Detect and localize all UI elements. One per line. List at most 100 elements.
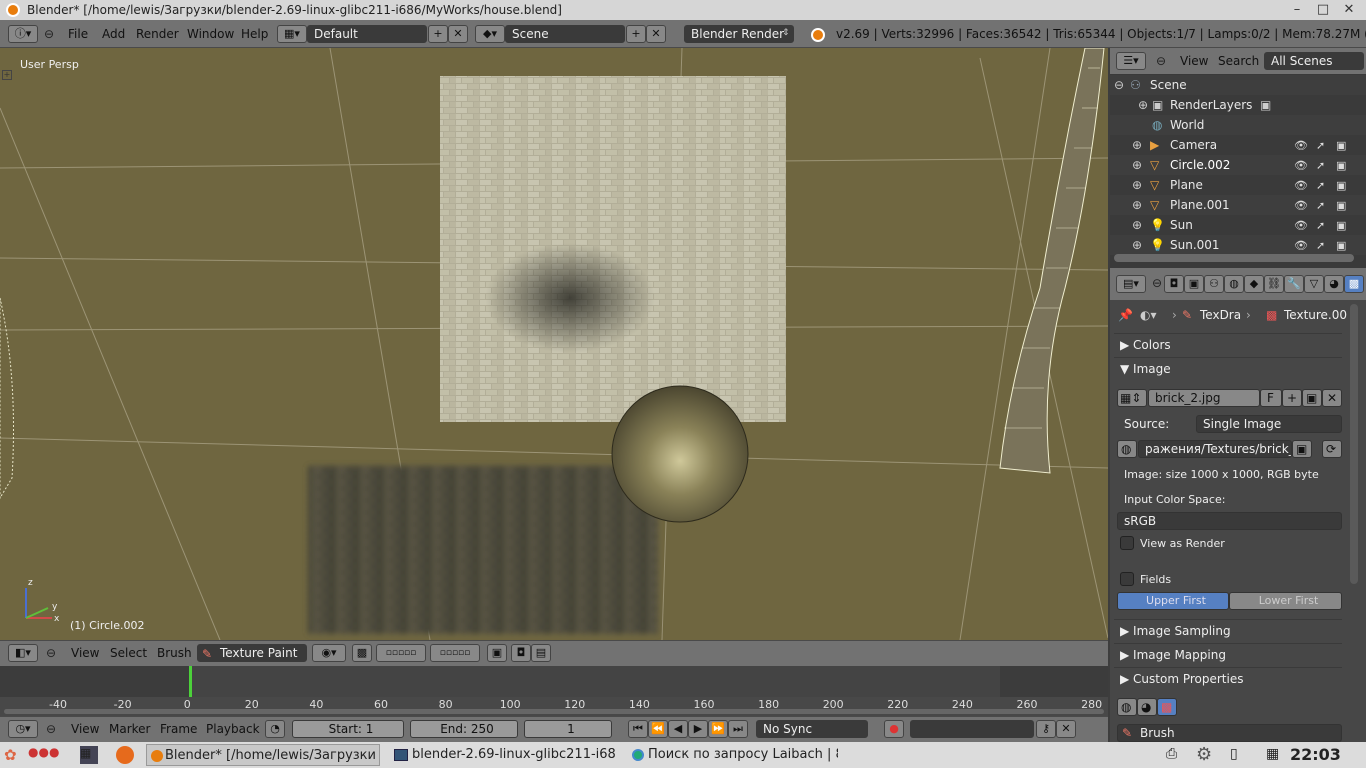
lock-camera-icon[interactable]: ▣ bbox=[487, 644, 507, 662]
world-tab-icon[interactable]: ◍ bbox=[1224, 275, 1244, 293]
cursor-select-icon[interactable]: ➚ bbox=[1316, 219, 1325, 232]
eye-icon[interactable]: 👁 bbox=[1294, 199, 1308, 212]
browse-file-icon[interactable]: ▣ bbox=[1292, 440, 1312, 458]
brush-context-icon[interactable]: ◐▾ bbox=[1140, 308, 1157, 322]
collapse-menu-icon[interactable]: ⊖ bbox=[1152, 276, 1162, 290]
menu-file[interactable]: File bbox=[68, 27, 88, 41]
texture-type-material-icon[interactable]: ◕ bbox=[1137, 698, 1157, 716]
section-colors[interactable]: ▶ Colors bbox=[1114, 333, 1342, 355]
jump-keyframe-back-icon[interactable]: ⏪ bbox=[648, 720, 668, 738]
upper-first-button[interactable]: Upper First bbox=[1117, 592, 1229, 610]
pin-icon[interactable]: 📌 bbox=[1118, 308, 1133, 322]
eye-icon[interactable]: 👁 bbox=[1294, 219, 1308, 232]
close-button[interactable]: ✕ bbox=[1339, 0, 1359, 20]
remove-scene-icon[interactable]: ✕ bbox=[646, 25, 666, 43]
section-image-sampling[interactable]: ▶ Image Sampling bbox=[1114, 619, 1342, 641]
timeline-area[interactable]: -40 -20 0 20 40 60 80 100 120 140 160 180 200 220 240 2… bbox=[0, 666, 1108, 716]
current-frame-field[interactable]: 1 bbox=[524, 720, 612, 738]
menu-window[interactable]: Window bbox=[187, 27, 234, 41]
eye-icon[interactable]: 👁 bbox=[1294, 159, 1308, 172]
texture-icon[interactable]: ▩ bbox=[352, 644, 372, 662]
material-tab-icon[interactable]: ◕ bbox=[1324, 275, 1344, 293]
play-icon[interactable]: ▶ bbox=[688, 720, 708, 738]
render-camera-icon[interactable]: ▣ bbox=[1336, 219, 1346, 232]
menu-view[interactable]: View bbox=[1180, 54, 1208, 68]
image-filepath-field[interactable]: ражения/Textures/brick_2.jpg bbox=[1138, 440, 1292, 458]
image-name-field[interactable]: brick_2.jpg bbox=[1148, 389, 1260, 407]
record-icon[interactable]: ● bbox=[884, 720, 904, 738]
scene-field[interactable]: Scene bbox=[505, 25, 625, 43]
scene-tab-icon[interactable]: ⚇ bbox=[1204, 275, 1224, 293]
collapse-menu-icon[interactable]: ⊖ bbox=[1156, 54, 1166, 68]
open-image-icon[interactable]: ▣ bbox=[1302, 389, 1322, 407]
constraints-tab-icon[interactable]: ⛓ bbox=[1264, 275, 1284, 293]
new-image-icon[interactable]: + bbox=[1282, 389, 1302, 407]
menu-render[interactable]: Render bbox=[136, 27, 179, 41]
brush-select[interactable]: Brush bbox=[1117, 724, 1342, 742]
play-reverse-icon[interactable]: ◀ bbox=[668, 720, 688, 738]
end-frame-field[interactable]: End: 250 bbox=[410, 720, 518, 738]
app-menu-icon[interactable]: ✿ bbox=[4, 746, 17, 764]
menu-playback[interactable]: Playback bbox=[206, 722, 260, 736]
cursor-select-icon[interactable]: ➚ bbox=[1316, 159, 1325, 172]
pack-image-icon[interactable]: ◍ bbox=[1117, 440, 1137, 458]
menu-search[interactable]: Search bbox=[1218, 54, 1259, 68]
cursor-select-icon[interactable]: ➚ bbox=[1316, 139, 1325, 152]
render-tab-icon[interactable]: ◘ bbox=[1164, 275, 1184, 293]
task-browser[interactable]: Поиск по запросу Laibach | 8 bbox=[628, 744, 838, 766]
reload-image-icon[interactable]: ⟳ bbox=[1322, 440, 1342, 458]
render-camera-icon[interactable]: ▣ bbox=[1336, 139, 1346, 152]
menu-brush[interactable]: Brush bbox=[157, 646, 192, 660]
layers-grid-left[interactable]: ▫▫▫▫▫ bbox=[376, 644, 426, 662]
properties-scrollbar[interactable] bbox=[1350, 304, 1358, 584]
render-camera-icon[interactable]: ▣ bbox=[1336, 239, 1346, 252]
keying-key-icon[interactable]: ⚷ bbox=[1036, 720, 1056, 738]
section-image-mapping[interactable]: ▶ Image Mapping bbox=[1114, 643, 1342, 665]
jump-end-icon[interactable]: ⏭ bbox=[728, 720, 748, 738]
remove-layout-icon[interactable]: ✕ bbox=[448, 25, 468, 43]
properties-editor-icon[interactable]: ▤▾ bbox=[1116, 275, 1146, 293]
start-frame-field[interactable]: Start: 1 bbox=[292, 720, 404, 738]
collapse-menu-icon[interactable]: ⊖ bbox=[46, 722, 56, 736]
collapse-menu-icon[interactable]: ⊖ bbox=[46, 646, 56, 660]
eye-icon[interactable]: 👁 bbox=[1294, 139, 1308, 152]
settings-gear-icon[interactable]: ⚙ bbox=[1196, 744, 1212, 765]
layers-grid-right[interactable]: ▫▫▫▫▫ bbox=[430, 644, 480, 662]
lower-first-button[interactable]: Lower First bbox=[1229, 592, 1342, 610]
region-toggle-plus-icon[interactable]: + bbox=[2, 70, 12, 80]
menu-help[interactable]: Help bbox=[241, 27, 268, 41]
section-custom-properties[interactable]: ▶ Custom Properties bbox=[1114, 667, 1342, 689]
sync-select[interactable]: No Sync bbox=[756, 720, 868, 738]
display-mode-select[interactable]: All Scenes bbox=[1264, 52, 1364, 70]
texture-type-other-icon[interactable]: ▩ bbox=[1157, 698, 1177, 716]
menu-add[interactable]: Add bbox=[102, 27, 125, 41]
eye-icon[interactable]: 👁 bbox=[1294, 179, 1308, 192]
cursor-select-icon[interactable]: ➚ bbox=[1316, 239, 1325, 252]
image-browse-icon[interactable]: ▦⇕ bbox=[1117, 389, 1147, 407]
menu-view[interactable]: View bbox=[71, 722, 99, 736]
info-editor-type-icon[interactable]: ⓘ▾ bbox=[8, 25, 38, 43]
desktop-icon[interactable]: ▦ bbox=[80, 746, 98, 764]
firefox-icon[interactable] bbox=[116, 746, 134, 764]
texture-type-brush-icon[interactable]: ◍ bbox=[1117, 698, 1137, 716]
jump-start-icon[interactable]: ⏮ bbox=[628, 720, 648, 738]
unlink-image-icon[interactable]: ✕ bbox=[1322, 389, 1342, 407]
add-scene-icon[interactable]: + bbox=[626, 25, 646, 43]
editor-type-cube-icon[interactable]: ◧▾ bbox=[8, 644, 38, 662]
breadcrumb-brush[interactable]: TexDra bbox=[1200, 308, 1241, 322]
maximize-button[interactable]: □ bbox=[1313, 0, 1333, 20]
task-file-manager[interactable]: blender-2.69-linux-glibc211-i68 bbox=[390, 744, 620, 766]
keying-clear-icon[interactable]: ✕ bbox=[1056, 720, 1076, 738]
3d-viewport[interactable]: User Persp (1) Circle.002 z y x + bbox=[0, 48, 1108, 640]
renderlayers-tab-icon[interactable]: ▣ bbox=[1184, 275, 1204, 293]
timeline-scrollbar[interactable] bbox=[4, 709, 1104, 714]
render-camera-icon[interactable]: ▣ bbox=[1336, 199, 1346, 212]
fake-user-button[interactable]: F bbox=[1260, 389, 1282, 407]
fields-checkbox[interactable] bbox=[1120, 572, 1134, 586]
viewport-shading-icon[interactable]: ◉▾ bbox=[312, 644, 346, 662]
outliner-editor-icon[interactable]: ☰▾ bbox=[1116, 52, 1146, 70]
editor-type-clock-icon[interactable]: ◷▾ bbox=[8, 720, 38, 738]
eye-icon[interactable]: 👁 bbox=[1294, 239, 1308, 252]
current-frame-marker[interactable] bbox=[189, 666, 192, 697]
outliner[interactable]: ☰▾ ⊖ View Search All Scenes ⊖ ⚇ Scene ⊕ … bbox=[1110, 48, 1366, 268]
